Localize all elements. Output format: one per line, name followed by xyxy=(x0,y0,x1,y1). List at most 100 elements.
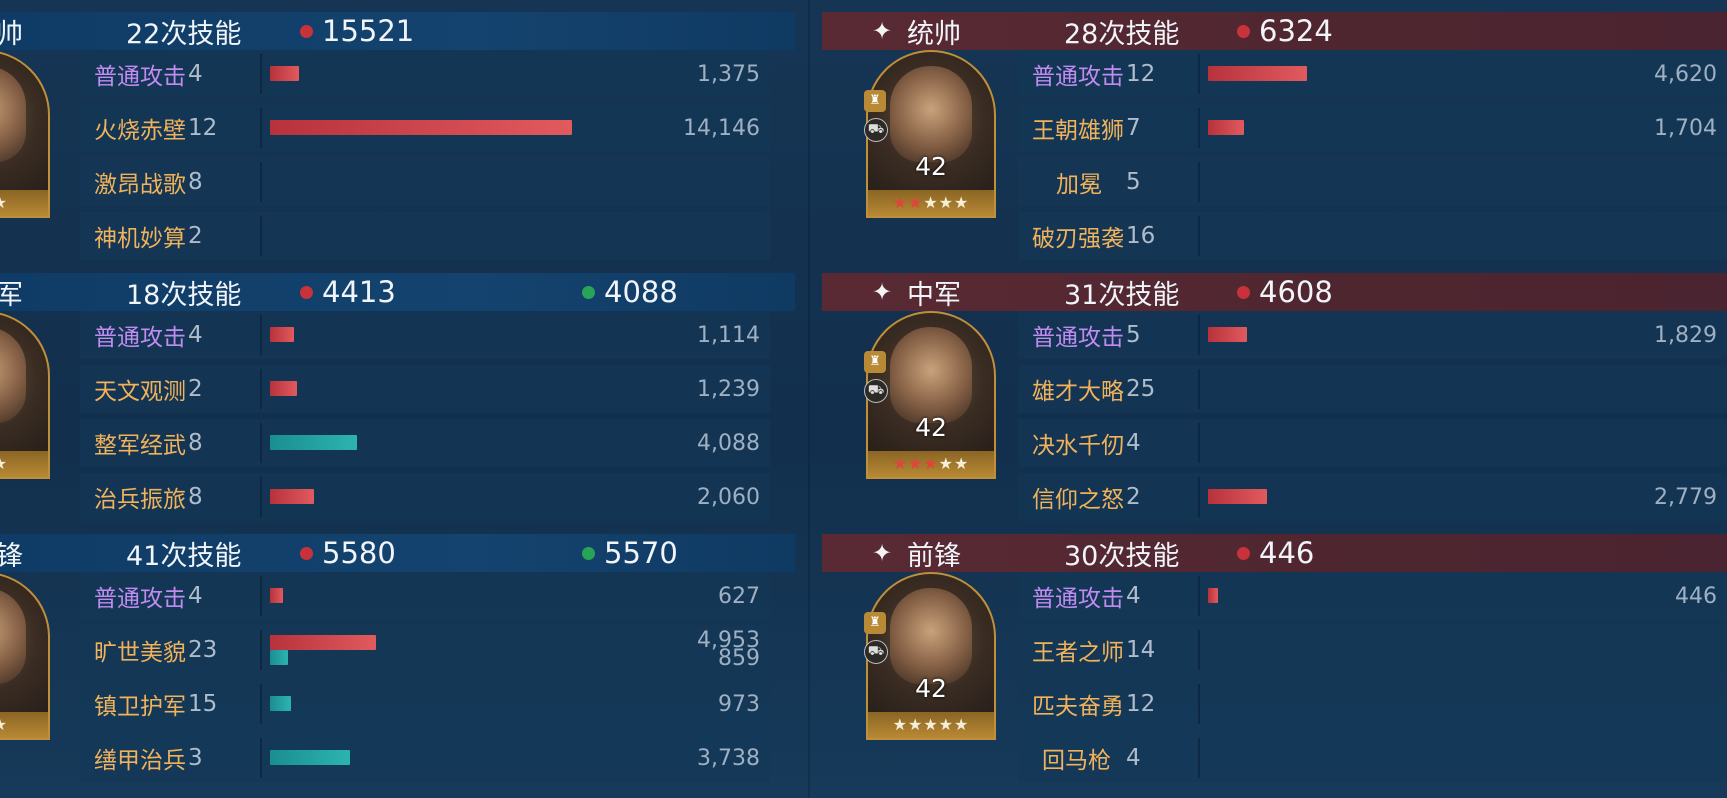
row-separator xyxy=(260,216,262,256)
skill-row[interactable]: 信仰之怒 2 2,779 xyxy=(1018,473,1727,521)
skill-name: 普通攻击 xyxy=(94,586,186,612)
red-dot-icon xyxy=(300,25,313,38)
red-dot-icon xyxy=(300,286,313,299)
damage-total: 15521 xyxy=(322,14,415,48)
skill-row[interactable]: 破刃强袭 16 xyxy=(1018,212,1727,260)
unit-header: 军 18次技能 4413 4088 xyxy=(0,273,795,311)
skill-damage-value: 3,738 xyxy=(697,745,760,771)
skill-row[interactable]: 王者之师 14 xyxy=(1018,626,1727,674)
skill-row[interactable]: 普通攻击 4 627 xyxy=(80,572,770,620)
star-icon: ★ xyxy=(923,715,939,734)
red-star-icon: ★ xyxy=(907,454,924,473)
skill-name: 王者之师 xyxy=(1032,640,1124,666)
right-team-column: ✦ 统帅 28次技能 6324 42 ★★★★★ ♜ ⛟ 普通攻击 12 4,620 王朝雄狮 7 1,7… xyxy=(822,0,1727,798)
skill-name: 天文观测 xyxy=(94,379,186,405)
skill-row[interactable]: 普通攻击 12 4,620 xyxy=(1018,50,1727,98)
damage-total: 5580 xyxy=(322,536,396,570)
skill-row[interactable]: 雄才大略 25 xyxy=(1018,365,1727,413)
skill-row[interactable]: 普通攻击 4 446 xyxy=(1018,572,1727,620)
hero-level: 2 xyxy=(0,152,48,181)
red-star-icon: ★ xyxy=(892,454,908,473)
unit-role-label: 前锋 xyxy=(907,540,961,572)
skill-row[interactable]: 整军经武 8 4,088 xyxy=(80,419,770,467)
hero-level: 1 xyxy=(0,674,48,703)
skill-row[interactable]: 镇卫护军 15 973 xyxy=(80,680,770,728)
row-separator xyxy=(260,108,262,148)
unit-role-label: 锋 xyxy=(0,540,23,572)
damage-total: 446 xyxy=(1259,536,1315,570)
red-dot-icon xyxy=(1237,547,1250,560)
hero-face-image xyxy=(890,66,972,162)
skill-name: 普通攻击 xyxy=(1032,64,1124,90)
skill-row[interactable]: 火烧赤壁 12 14,146 xyxy=(80,104,770,152)
hero-face-image xyxy=(890,327,972,423)
troop-type-badge-icon: ♜ xyxy=(864,612,886,634)
hero-star-rating: ★★★★★ xyxy=(868,712,994,738)
skill-trigger-count: 5 xyxy=(1126,169,1141,195)
skill-row[interactable]: 普通攻击 4 1,114 xyxy=(80,311,770,359)
skill-damage-value: 1,704 xyxy=(1654,115,1717,141)
unit-group: 军 18次技能 4413 4088 1 ★★★ 普通攻击4 1,114 天文观测2 1,239 整军… xyxy=(0,261,795,521)
skill-name: 普通攻击 xyxy=(94,64,186,90)
skill-trigger-count: 5 xyxy=(1126,322,1141,348)
skill-row[interactable]: 激昂战歌 8 xyxy=(80,158,770,206)
row-separator xyxy=(260,576,262,616)
row-separator xyxy=(260,684,262,724)
skill-name: 普通攻击 xyxy=(94,325,186,351)
skill-trigger-count: 4 xyxy=(188,583,203,609)
star-icon: ★ xyxy=(954,454,970,473)
skill-name: 缮甲治兵 xyxy=(94,748,186,774)
row-separator xyxy=(1198,738,1200,778)
skill-trigger-count: 3 xyxy=(188,745,203,771)
star-icon: ★ xyxy=(892,715,908,734)
row-separator xyxy=(260,54,262,94)
skill-row[interactable]: 治兵振旅 8 2,060 xyxy=(80,473,770,521)
damage-total: 4413 xyxy=(322,275,396,309)
skill-trigger-count: 2 xyxy=(1126,484,1141,510)
hero-portrait[interactable]: 1 ★★★ xyxy=(0,572,50,740)
red-dot-icon xyxy=(1237,286,1250,299)
header-star-icon: ✦ xyxy=(872,278,893,306)
unit-group: ✦ 统帅 28次技能 6324 42 ★★★★★ ♜ ⛟ 普通攻击 12 4,620 王朝雄狮 7 1,7… xyxy=(822,0,1727,260)
skill-row[interactable]: 加冕 5 xyxy=(1018,158,1727,206)
skill-row[interactable]: 普通攻击 4 1,375 xyxy=(80,50,770,98)
skill-row[interactable]: 普通攻击 5 1,829 xyxy=(1018,311,1727,359)
skill-row[interactable]: 决水千仞 4 xyxy=(1018,419,1727,467)
skill-row[interactable]: 回马枪 4 xyxy=(1018,734,1727,782)
skill-damage-value: 1,375 xyxy=(697,61,760,87)
skill-row[interactable]: 天文观测 2 1,239 xyxy=(80,365,770,413)
hero-face-image xyxy=(890,588,972,684)
row-separator xyxy=(1198,684,1200,724)
skill-name: 破刃强袭 xyxy=(1032,226,1124,252)
hero-portrait[interactable]: 2 ★★★ xyxy=(0,50,50,218)
row-separator xyxy=(1198,369,1200,409)
star-icon: ★ xyxy=(938,454,955,473)
skill-name: 火烧赤壁 xyxy=(94,118,186,144)
star-icon: ★ xyxy=(0,454,8,473)
unit-group: 帅 22次技能 15521 2 ★★★ 普通攻击4 1,375 火烧赤壁12 14,146 激昂战… xyxy=(0,0,795,260)
skill-row[interactable]: 王朝雄狮 7 1,704 xyxy=(1018,104,1727,152)
header-star-icon: ✦ xyxy=(872,17,893,45)
skill-row[interactable]: 缮甲治兵 3 3,738 xyxy=(80,734,770,782)
skill-trigger-count: 25 xyxy=(1126,376,1156,402)
star-icon: ★ xyxy=(954,193,970,212)
skill-row[interactable]: 匹夫奋勇 12 xyxy=(1018,680,1727,728)
row-separator xyxy=(260,477,262,517)
skill-row[interactable]: 旷世美貌 23 4,953 859 xyxy=(80,626,770,674)
skill-name: 普通攻击 xyxy=(1032,325,1124,351)
unit-role-label: 中军 xyxy=(907,279,961,311)
red-star-icon: ★ xyxy=(892,193,908,212)
skill-name: 雄才大略 xyxy=(1032,379,1124,405)
skill-trigger-count: 7 xyxy=(1126,115,1141,141)
damage-bar xyxy=(270,489,314,504)
troop-type-badge-icon: ♜ xyxy=(864,351,886,373)
hero-portrait[interactable]: 1 ★★★ xyxy=(0,311,50,479)
skill-damage-value: 1,239 xyxy=(697,376,760,402)
skill-damage-value: 4,088 xyxy=(697,430,760,456)
skill-name: 镇卫护军 xyxy=(94,694,186,720)
heal-bar xyxy=(270,750,350,765)
skill-row[interactable]: 神机妙算 2 xyxy=(80,212,770,260)
unit-role-label: 军 xyxy=(0,279,23,311)
unit-header: ✦ 前锋 30次技能 446 xyxy=(822,534,1727,572)
skill-name: 加冕 xyxy=(1056,172,1102,198)
